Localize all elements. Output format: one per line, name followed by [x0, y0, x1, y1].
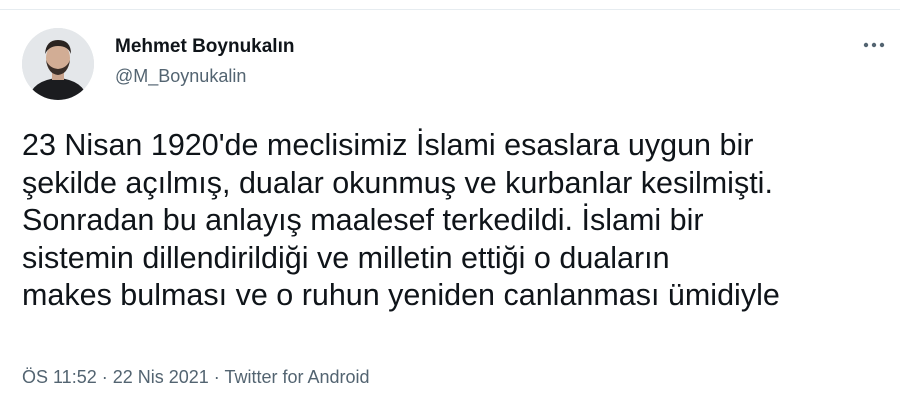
author-display-name[interactable]: Mehmet Boynukalın	[115, 36, 294, 58]
avatar[interactable]	[22, 28, 94, 100]
tweet-text-line: Sonradan bu anlayış maalesef terkedildi.…	[22, 203, 704, 237]
tweet-source[interactable]: Twitter for Android	[224, 367, 369, 387]
tweet-time[interactable]: ÖS 11:52	[22, 367, 97, 387]
tweet-text-line: 23 Nisan 1920'de meclisimiz İslami esasl…	[22, 128, 754, 162]
tweet-text: 23 Nisan 1920'de meclisimiz İslami esasl…	[22, 127, 892, 315]
tweet-text-line: sistemin dillendirildiği ve milletin ett…	[22, 240, 670, 275]
meta-separator: ·	[208, 367, 225, 387]
tweet-date[interactable]: 22 Nis 2021	[113, 367, 209, 387]
more-horizontal-icon	[863, 42, 885, 48]
meta-separator: ·	[96, 367, 113, 387]
author-handle[interactable]: @M_Boynukalin	[115, 66, 246, 87]
more-options-button[interactable]	[856, 30, 892, 60]
profile-photo-image	[22, 28, 94, 100]
tweet-text-line: şekilde açılmış, dualar okunmuş ve kurba…	[22, 165, 773, 200]
top-divider	[0, 9, 900, 10]
tweet-text-line: makes bulması ve o ruhun yeniden canlanm…	[22, 278, 780, 312]
tweet-metadata: ÖS 11:52 · 22 Nis 2021 · Twitter for And…	[22, 367, 370, 388]
